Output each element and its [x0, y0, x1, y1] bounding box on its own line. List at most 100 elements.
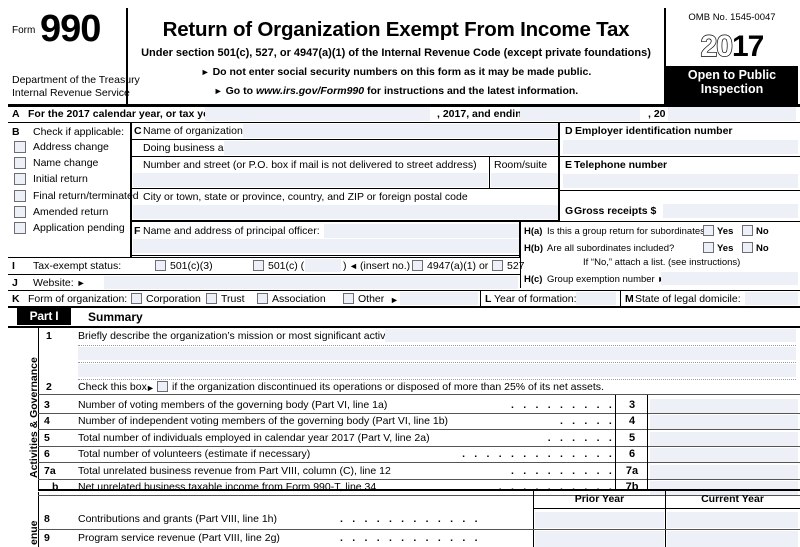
state-domicile-input[interactable]: [745, 292, 798, 305]
line-4-rule: [38, 429, 800, 431]
line-2-label-post: if the organization discontinued its ope…: [172, 381, 604, 393]
org-association-checkbox[interactable]: [257, 293, 268, 304]
org-trust-checkbox[interactable]: [206, 293, 217, 304]
department-line-2: Internal Revenue Service: [12, 86, 130, 99]
status-527-label: 527: [507, 260, 525, 272]
principal-officer-input[interactable]: [324, 224, 520, 238]
line-5-rule: [38, 445, 800, 447]
line-8-current-year-input[interactable]: [667, 512, 798, 528]
form-label: Form: [12, 20, 35, 38]
website-label: Website: ►: [33, 277, 86, 289]
checkbox-final-return-terminated[interactable]: [14, 189, 26, 202]
subordinates-yes-checkbox[interactable]: [703, 242, 714, 253]
group-return-no-checkbox[interactable]: [742, 225, 753, 236]
c-rule-2: [131, 156, 559, 157]
gross-receipts-input[interactable]: [663, 204, 798, 218]
arrow-icon: ►: [200, 67, 210, 77]
subordinates-no-checkbox[interactable]: [742, 242, 753, 253]
line-6-number: 6: [44, 448, 50, 461]
box-number-right-rule: [647, 395, 649, 490]
line-7a-leader-dots: . . . . . . . . .: [511, 464, 615, 477]
tax-year-begin-input[interactable]: [205, 107, 430, 121]
line-4-label: Number of independent voting members of …: [78, 415, 449, 428]
line-1-number: 1: [46, 330, 52, 342]
side-label-revenue: enue: [28, 520, 40, 545]
line-3-input[interactable]: [650, 399, 798, 413]
room-suite-input[interactable]: [491, 173, 558, 187]
g-bottom-rule: [560, 221, 800, 223]
tax-year-solid: 17: [732, 30, 764, 63]
line-9-current-year-input[interactable]: [667, 531, 798, 547]
line-8-number: 8: [44, 513, 50, 525]
year-of-formation-input[interactable]: [576, 292, 616, 305]
group-return-yes-label: Yes: [717, 226, 734, 237]
side-label-activities-governance: Activities & Governance: [28, 357, 40, 478]
row-j-letter: J: [12, 277, 18, 289]
status-501c-checkbox[interactable]: [253, 260, 264, 271]
principal-officer-address-input[interactable]: [133, 239, 520, 253]
line-5-box-number: 5: [628, 431, 636, 444]
org-other-input[interactable]: [400, 292, 478, 305]
discontinued-operations-checkbox[interactable]: [157, 381, 168, 392]
line-7a-box-number: 7a: [625, 464, 639, 477]
checkbox-label: Application pending: [33, 222, 125, 234]
status-501c-insert-input[interactable]: [305, 259, 341, 272]
tax-year-end-year-input[interactable]: [668, 107, 796, 121]
c-rule-1: [131, 139, 559, 140]
group-return-yes-checkbox[interactable]: [703, 225, 714, 236]
organization-name-input[interactable]: [243, 124, 558, 138]
line-5-input[interactable]: [650, 431, 798, 446]
notice-goto: ► Go to www.irs.gov/Form990 for instruct…: [130, 85, 662, 97]
line-8-prior-year-input[interactable]: [535, 512, 664, 528]
line-7a-input[interactable]: [650, 464, 798, 479]
group-exemption-input[interactable]: [661, 272, 798, 285]
tax-year-end-input[interactable]: [520, 107, 640, 121]
line-6-box-number: 6: [628, 448, 636, 461]
notice-no-ssn-text: Do not enter social security numbers on …: [212, 66, 592, 78]
line-2-label-pre: Check this box: [78, 381, 147, 393]
city-state-zip-input[interactable]: [133, 205, 558, 219]
checkbox-address-change[interactable]: [14, 141, 26, 153]
f-bottom-rule: [130, 255, 521, 257]
org-corporation-label: Corporation: [146, 293, 201, 305]
line-4-input[interactable]: [650, 415, 798, 430]
ein-input[interactable]: [563, 140, 798, 154]
checkbox-amended-return[interactable]: [14, 205, 26, 218]
org-other-checkbox[interactable]: [343, 293, 354, 304]
checkbox-name-change[interactable]: [14, 157, 26, 170]
street-address-input[interactable]: [133, 173, 488, 187]
checkbox-initial-return[interactable]: [14, 173, 26, 186]
block-l-letter: L: [485, 293, 492, 305]
website-input[interactable]: [104, 276, 518, 289]
open-to-public-line-1: Open to Public: [687, 68, 777, 82]
l-m-divider: [620, 290, 622, 306]
line-8-label: Contributions and grants (Part VIII, lin…: [78, 513, 278, 525]
line-9-leader-dots: . . . . . . . . . . . .: [340, 532, 481, 544]
line-6-input[interactable]: [650, 448, 798, 463]
part-i-header-rule: [8, 326, 800, 328]
block-hb-letter: H(b): [524, 243, 543, 254]
status-4947a1-label: 4947(a)(1) or: [427, 260, 489, 272]
line-1-label: Briefly describe the organization’s miss…: [78, 330, 407, 342]
principal-officer-label: Name and address of principal officer:: [143, 225, 320, 237]
status-4947a1-checkbox[interactable]: [412, 260, 423, 271]
block-e-letter: E: [565, 159, 573, 171]
row-k-bottom-rule: [8, 306, 800, 308]
block-f-letter: F: [134, 225, 141, 237]
line-2-number: 2: [46, 381, 52, 393]
checkbox-application-pending[interactable]: [14, 222, 26, 234]
line-3-rule: [38, 413, 800, 414]
status-501c3-checkbox[interactable]: [155, 260, 166, 271]
mission-input-line-3[interactable]: [78, 364, 796, 377]
room-suite-divider: [489, 156, 490, 188]
line-3-label: Number of voting members of the governin…: [78, 399, 388, 411]
dba-input[interactable]: [224, 141, 558, 155]
irs-form990-link[interactable]: www.irs.gov/Form990: [256, 85, 364, 97]
telephone-input[interactable]: [563, 174, 798, 188]
status-527-checkbox[interactable]: [492, 260, 503, 271]
mission-input-line-1[interactable]: [385, 329, 796, 342]
tax-year-outline: 20: [700, 30, 734, 63]
line-9-prior-year-input[interactable]: [535, 531, 664, 547]
org-corporation-checkbox[interactable]: [131, 293, 142, 304]
mission-input-line-2[interactable]: [78, 347, 796, 360]
